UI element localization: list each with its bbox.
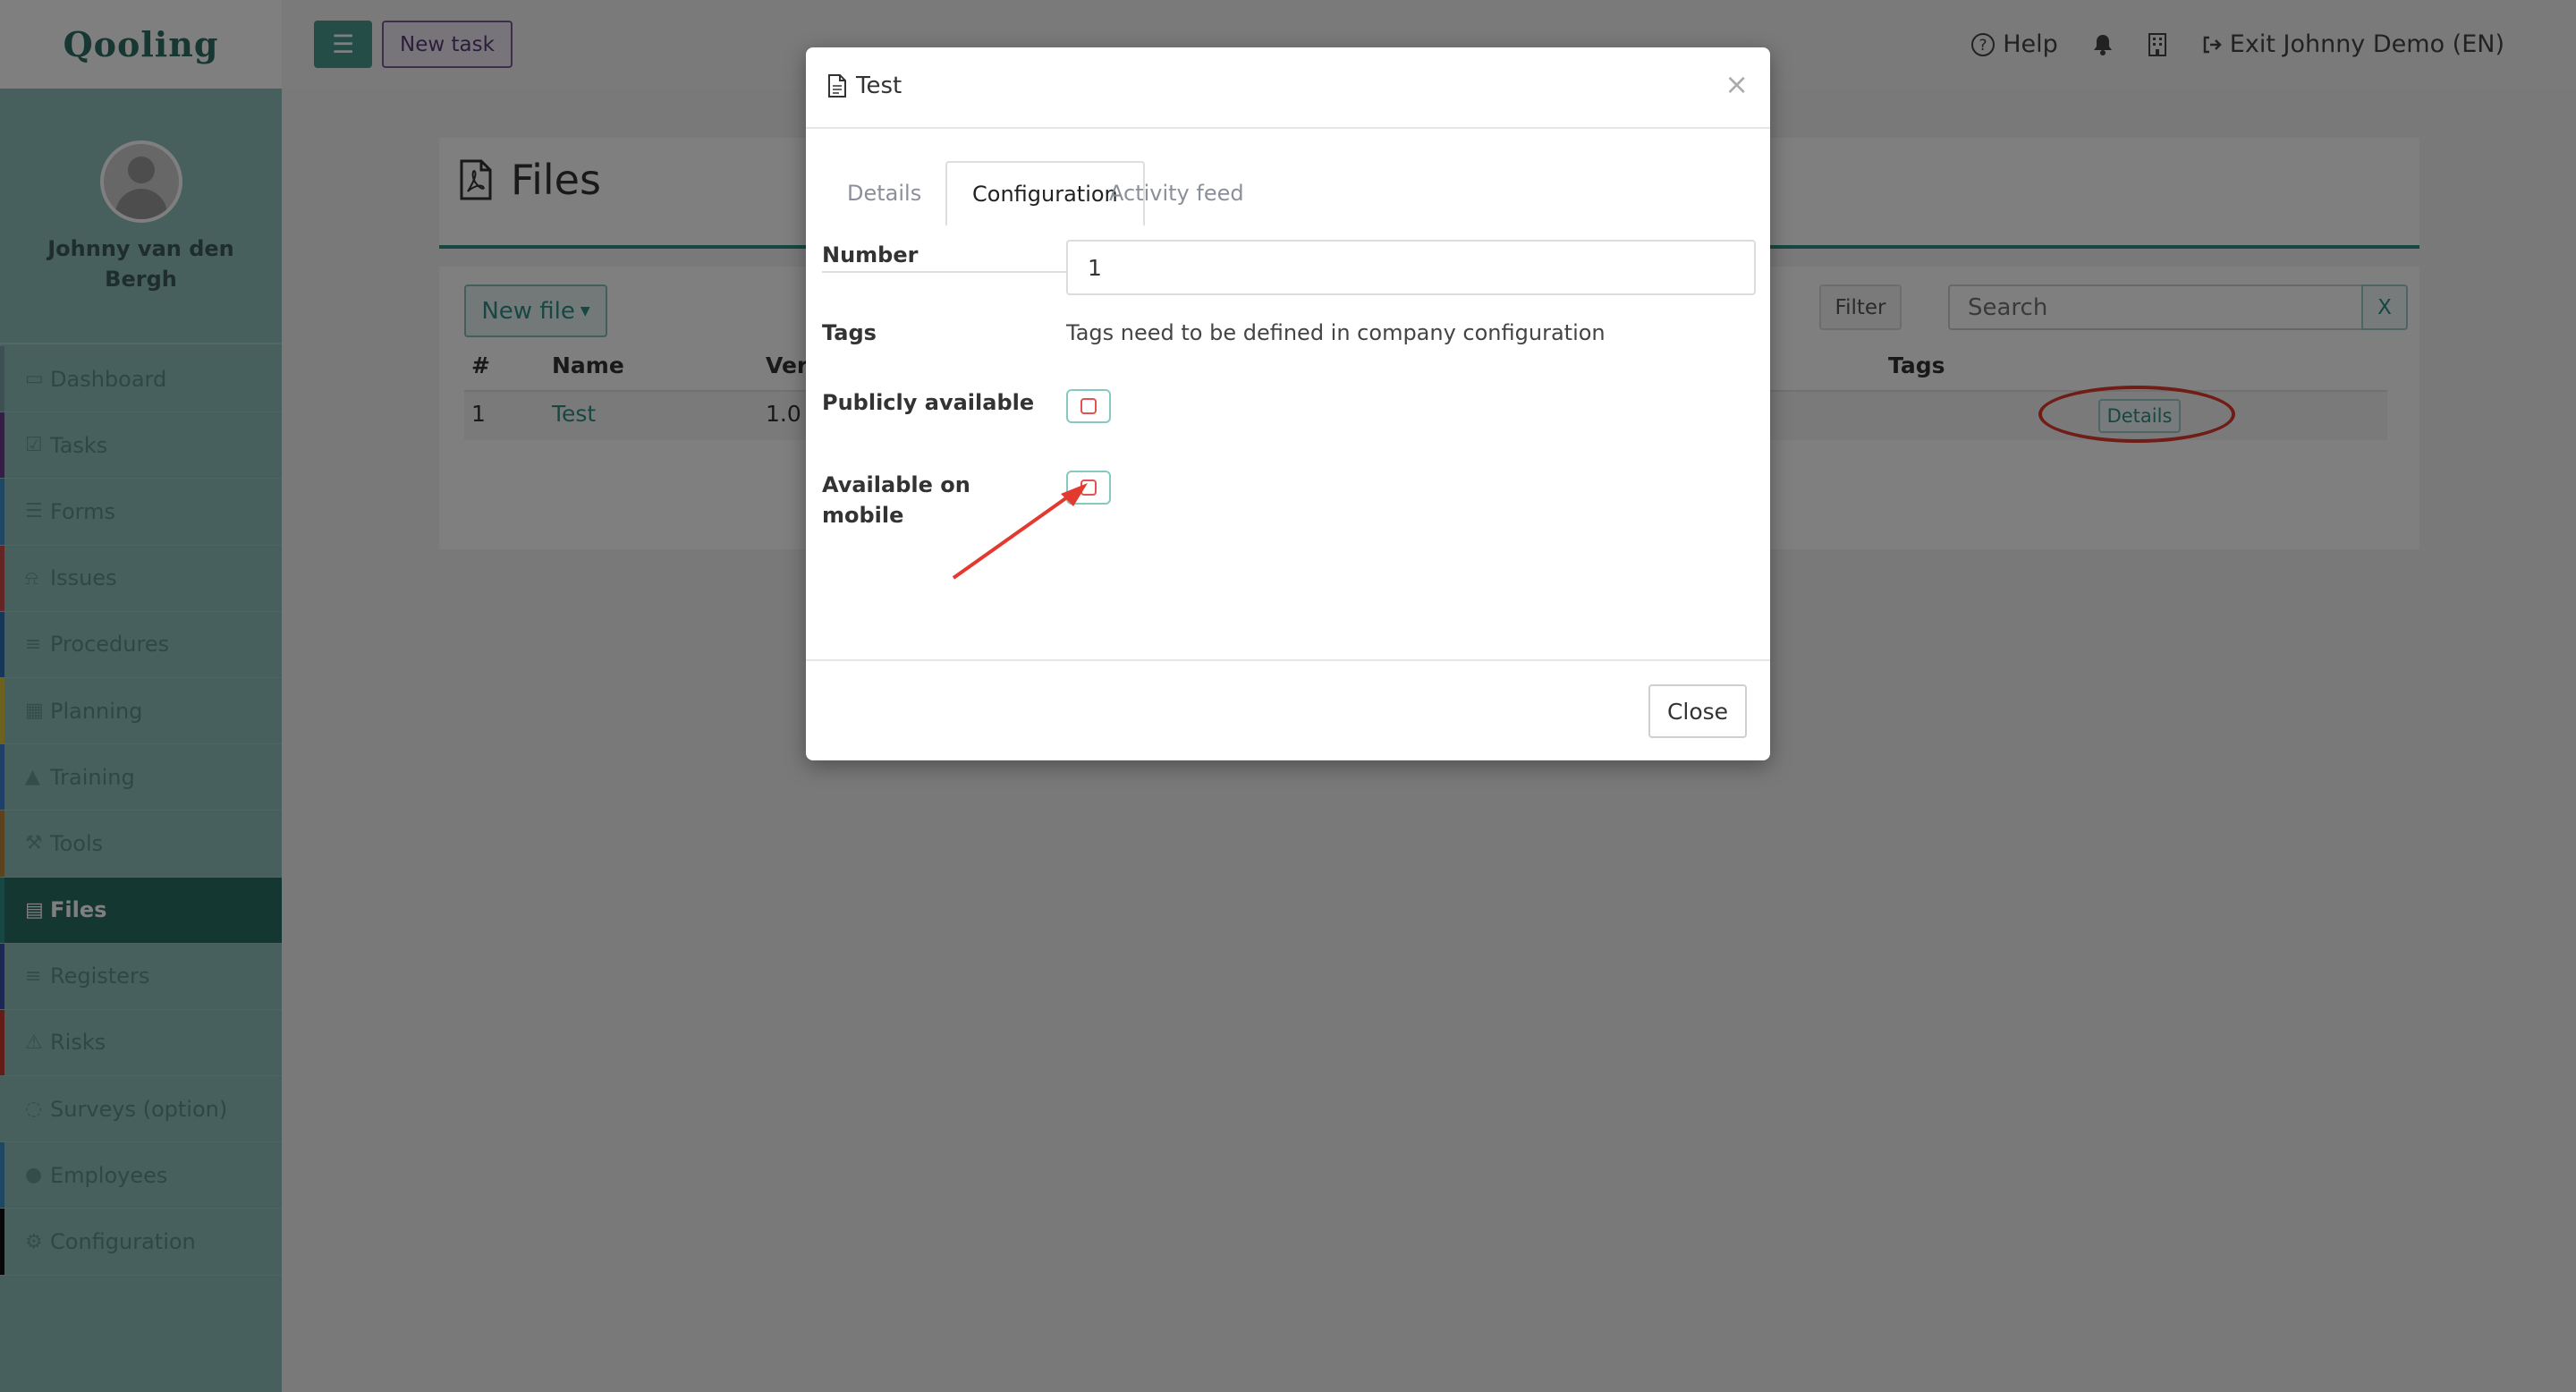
annotation-arrow [952,483,1088,580]
